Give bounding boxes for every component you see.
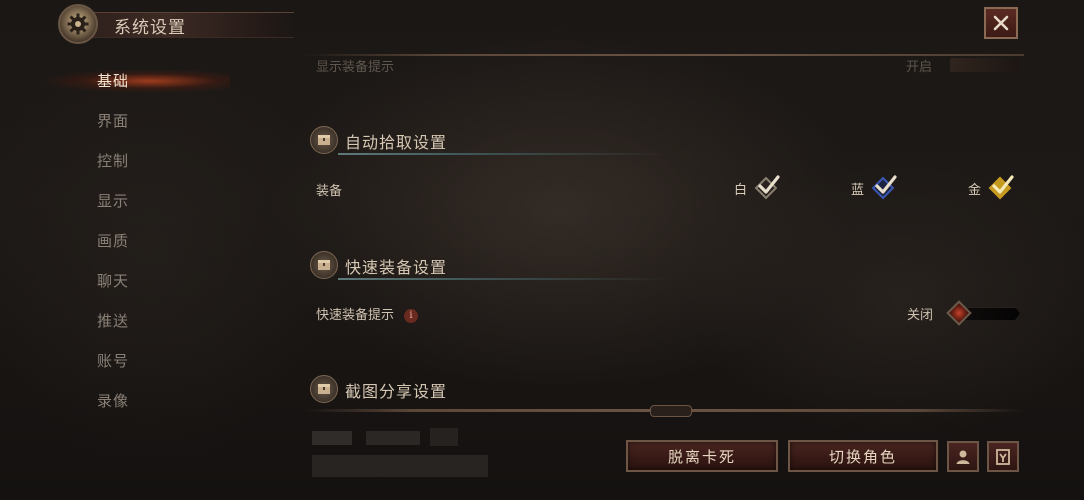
sidebar-item-label: 控制 bbox=[97, 151, 130, 170]
option-label: 蓝 bbox=[851, 182, 865, 198]
check-icon bbox=[875, 175, 897, 194]
chest-icon bbox=[310, 251, 338, 279]
profile-button[interactable] bbox=[947, 441, 979, 472]
sidebar-item-label: 界面 bbox=[97, 111, 130, 130]
sidebar-item-basic[interactable]: 基础 bbox=[0, 62, 230, 98]
sidebar-item-label: 画质 bbox=[97, 231, 130, 250]
gold-checkbox[interactable] bbox=[987, 175, 1014, 201]
redacted-block bbox=[312, 431, 352, 445]
section-screenshot-share: 截图分享设置 bbox=[310, 374, 670, 404]
sidebar-item-controls[interactable]: 控制 bbox=[0, 142, 230, 178]
section-underline bbox=[338, 278, 668, 280]
sidebar-item-account[interactable]: 账号 bbox=[0, 342, 230, 378]
partial-row-label: 显示装备提示 bbox=[316, 60, 395, 75]
sidebar: 基础 界面 控制 显示 画质 聊天 推送 账号 录像 bbox=[0, 60, 240, 440]
redacted-block bbox=[312, 455, 488, 477]
chest-icon bbox=[310, 375, 338, 403]
sidebar-item-label: 录像 bbox=[97, 391, 130, 410]
settings-title-plate: 系统设置 bbox=[58, 4, 298, 44]
section-title: 自动拾取设置 bbox=[345, 133, 448, 152]
quick-equip-hint-label: 快速装备提示 bbox=[316, 308, 395, 323]
toggle-knob[interactable] bbox=[946, 300, 972, 326]
redacted-block bbox=[366, 431, 420, 445]
white-checkbox[interactable] bbox=[753, 175, 780, 201]
sidebar-item-label: 推送 bbox=[97, 311, 130, 330]
option-label: 金 bbox=[968, 182, 982, 198]
gear-icon bbox=[58, 4, 98, 44]
equipment-label: 装备 bbox=[316, 184, 343, 199]
section-title: 快速装备设置 bbox=[345, 258, 448, 277]
sidebar-item-label: 账号 bbox=[97, 351, 130, 370]
partial-row-value: 开启 bbox=[906, 60, 933, 75]
quick-equip-hint-row: 快速装备提示 i bbox=[316, 304, 419, 323]
sidebar-item-interface[interactable]: 界面 bbox=[0, 102, 230, 138]
section-quick-equip: 快速装备设置 bbox=[310, 250, 670, 280]
sidebar-item-notifications[interactable]: 推送 bbox=[0, 302, 230, 338]
partial-toggle[interactable] bbox=[950, 58, 1020, 72]
info-icon[interactable]: i bbox=[404, 308, 419, 323]
sidebar-item-label: 基础 bbox=[97, 71, 130, 90]
blue-checkbox[interactable] bbox=[870, 175, 897, 201]
person-icon bbox=[956, 450, 970, 464]
close-button[interactable] bbox=[984, 7, 1018, 39]
pickup-white-option[interactable]: 白 bbox=[734, 174, 780, 202]
close-icon bbox=[993, 15, 1009, 31]
page-title: 系统设置 bbox=[114, 18, 186, 38]
section-auto-pickup: 自动拾取设置 bbox=[310, 125, 670, 155]
sidebar-item-label: 聊天 bbox=[97, 271, 130, 290]
redacted-block bbox=[430, 428, 458, 446]
toggle-state-label: 关闭 bbox=[907, 308, 934, 323]
codex-button[interactable] bbox=[987, 441, 1019, 472]
check-icon bbox=[758, 175, 780, 194]
pickup-blue-option[interactable]: 蓝 bbox=[851, 174, 897, 202]
book-icon bbox=[996, 448, 1010, 465]
section-title: 截图分享设置 bbox=[345, 382, 448, 401]
chest-icon bbox=[310, 126, 338, 154]
pickup-gold-option[interactable]: 金 bbox=[968, 174, 1014, 202]
sidebar-item-recording[interactable]: 录像 bbox=[0, 382, 230, 418]
sidebar-item-chat[interactable]: 聊天 bbox=[0, 262, 230, 298]
option-label: 白 bbox=[734, 182, 748, 198]
unstuck-button[interactable]: 脱离卡死 bbox=[626, 440, 778, 472]
partial-setting-row: 显示装备提示 开启 bbox=[316, 56, 932, 75]
sidebar-item-label: 显示 bbox=[97, 191, 130, 210]
check-icon bbox=[992, 175, 1014, 194]
switch-character-button[interactable]: 切换角色 bbox=[788, 440, 938, 472]
sidebar-item-display[interactable]: 显示 bbox=[0, 182, 230, 218]
quick-equip-toggle[interactable] bbox=[946, 300, 1020, 326]
settings-screen: 系统设置 基础 界面 控制 显示 画质 聊天 推送 账号 录像 显示装备提示 开… bbox=[0, 0, 1084, 500]
section-underline bbox=[338, 153, 668, 155]
divider-ornament bbox=[650, 405, 692, 417]
sidebar-item-graphics[interactable]: 画质 bbox=[0, 222, 230, 258]
